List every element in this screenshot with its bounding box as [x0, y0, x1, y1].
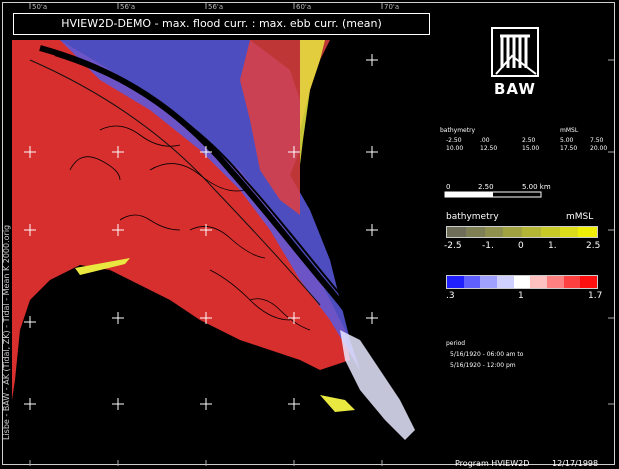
bathymetry-tick: 1.	[548, 241, 557, 251]
ratio-tick: .3	[446, 291, 455, 301]
bathymetry-tick: -1.	[482, 241, 494, 251]
ratio-colorbar	[446, 275, 598, 289]
bathymetry-tick: 0	[518, 241, 524, 251]
top-tick: 60'a	[296, 3, 312, 11]
colorbar-swatch	[559, 227, 579, 237]
bathy-header-title: bathymetry	[440, 127, 476, 134]
colorbar-swatch	[497, 276, 514, 288]
colorbar-swatch	[530, 276, 548, 288]
bathy-value: 15.00	[522, 145, 540, 152]
logo-text: BAW	[494, 80, 536, 98]
bathy-value: 12.50	[480, 145, 498, 152]
top-tick: 50'a	[32, 3, 48, 11]
bathy-value: 5.00	[560, 137, 574, 144]
bathy-value: 17.50	[560, 145, 578, 152]
colorbar-swatch	[484, 227, 504, 237]
bathy-value: 2.50	[522, 137, 536, 144]
colorbar-swatch	[503, 227, 522, 237]
bathy-value: .00	[480, 137, 490, 144]
colorbar-swatch	[547, 276, 564, 288]
bathy-value: -2.50	[446, 137, 462, 144]
scale-label: 2.50	[478, 183, 494, 191]
bathy-header-unit: mMSL	[560, 127, 579, 134]
colorbar-swatch	[563, 276, 581, 288]
period-to: 5/16/1920 - 12:00 pm	[450, 362, 516, 369]
bathy-value: 7.50	[590, 137, 604, 144]
left-side-text: Lisbe - BAW - AK (Tidal, ZK) - Tidal - M…	[2, 224, 11, 440]
top-tick: 56'a	[208, 3, 224, 11]
colorbar-swatch	[580, 276, 598, 288]
colorbar-swatch	[447, 227, 466, 237]
scale-bar	[444, 191, 542, 198]
colorbar-swatch	[447, 276, 464, 288]
period-from: 5/16/1920 - 06:00 am to	[450, 351, 524, 358]
channel-south	[340, 330, 415, 440]
bathy-value: 20.00	[590, 145, 608, 152]
colorbar-swatch	[465, 227, 485, 237]
period-title: period	[446, 340, 466, 347]
bathymetry-tick: 2.5	[586, 241, 601, 251]
bathymetry-colorbar	[446, 226, 598, 238]
bathy-value: 10.00	[446, 145, 464, 152]
scale-label: 5.00 km	[522, 183, 551, 191]
bathymetry-title: bathymetry	[446, 212, 499, 222]
colorbar-swatch	[540, 227, 560, 237]
bathymetry-tick: -2.5	[444, 241, 462, 251]
shoal-highlight-north	[300, 40, 325, 165]
scale-label: 0	[446, 183, 451, 191]
window-title: HVIEW2D-DEMO - max. flood curr. : max. e…	[13, 13, 430, 35]
footer-program: Program HVIEW2D	[455, 459, 530, 468]
top-tick: 56'a	[120, 3, 136, 11]
bathymetry-unit: mMSL	[566, 212, 594, 222]
colorbar-swatch	[522, 227, 541, 237]
ratio-tick: 1	[518, 291, 524, 301]
colorbar-swatch	[463, 276, 481, 288]
colorbar-swatch	[480, 276, 498, 288]
ratio-tick: 1.7	[588, 291, 603, 301]
top-tick: 70'a	[384, 3, 400, 11]
colorbar-swatch	[578, 227, 597, 237]
footer-date: 12/17/1998	[552, 459, 599, 468]
colorbar-swatch	[513, 276, 531, 288]
